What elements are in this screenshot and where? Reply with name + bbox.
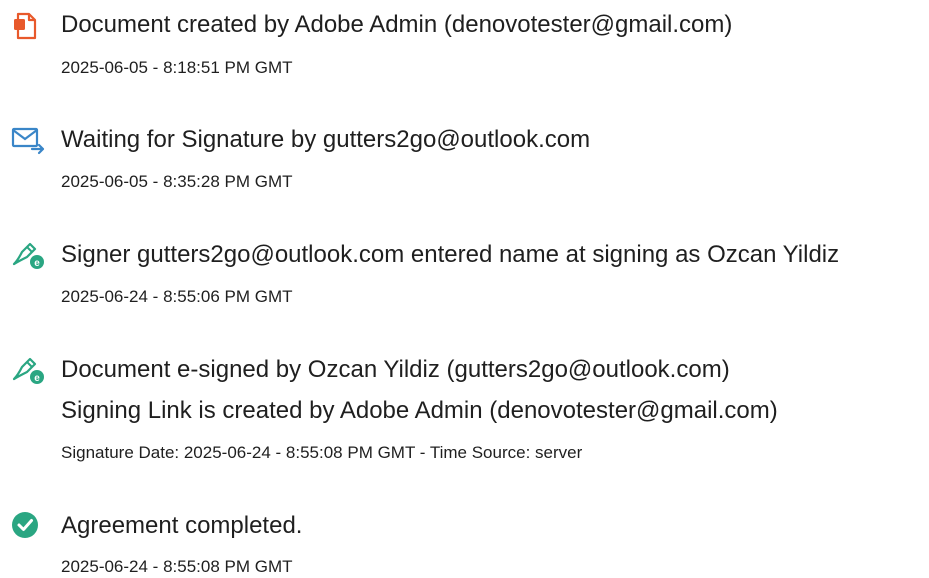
event-title: Document e-signed by Ozcan Yildiz (gutte… — [61, 356, 730, 383]
svg-text:e: e — [34, 258, 40, 269]
event-title: Signer gutters2go@outlook.com entered na… — [61, 241, 840, 268]
event-subtitle: Signing Link is created by Adobe Admin (… — [61, 397, 778, 424]
document-created-icon — [10, 10, 42, 42]
check-circle-icon — [10, 509, 42, 541]
email-sent-icon — [10, 123, 45, 155]
event-timestamp: 2025-06-05 - 8:35:28 PM GMT — [61, 172, 293, 191]
event-title: Agreement completed. — [61, 512, 303, 539]
event-timestamp: 2025-06-24 - 8:55:06 PM GMT — [61, 287, 293, 306]
event-signature-date: Signature Date: 2025-06-24 - 8:55:08 PM … — [61, 443, 583, 462]
event-timestamp: 2025-06-24 - 8:55:08 PM GMT — [61, 557, 293, 576]
e-sign-pen-icon: e — [10, 238, 44, 270]
event-timestamp: 2025-06-05 - 8:18:51 PM GMT — [61, 58, 293, 77]
event-title: Waiting for Signature by gutters2go@outl… — [61, 126, 591, 153]
e-sign-pen-icon: e — [10, 353, 44, 385]
event-title: Document created by Adobe Admin (denovot… — [61, 11, 733, 38]
svg-text:e: e — [34, 373, 40, 384]
